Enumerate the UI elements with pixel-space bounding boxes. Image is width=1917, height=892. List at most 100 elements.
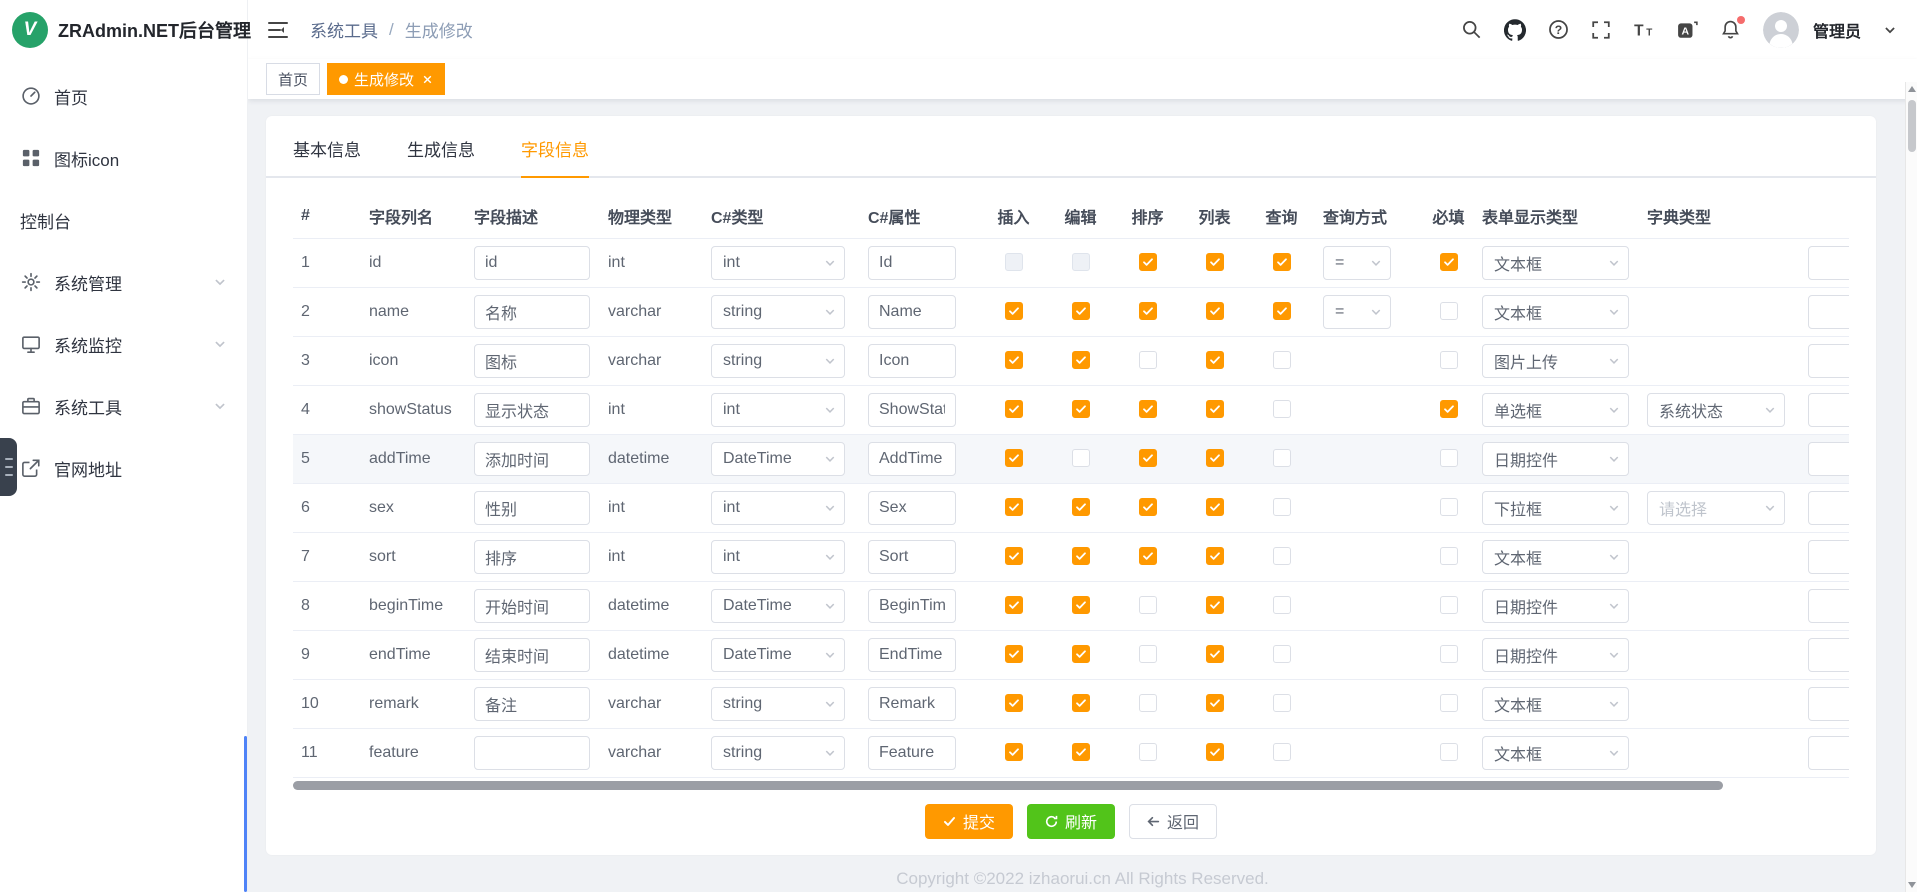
checkbox[interactable] — [1206, 547, 1224, 565]
fullscreen-icon[interactable] — [1591, 20, 1611, 40]
collapse-menu-icon[interactable] — [266, 18, 290, 42]
checkbox[interactable] — [1273, 596, 1291, 614]
checkbox[interactable] — [1206, 253, 1224, 271]
checkbox[interactable] — [1440, 351, 1458, 369]
description-input[interactable] — [474, 736, 590, 770]
display-type-select[interactable]: 图片上传 — [1482, 344, 1629, 378]
checkbox[interactable] — [1005, 596, 1023, 614]
extra-input[interactable] — [1808, 442, 1849, 476]
checkbox[interactable] — [1005, 400, 1023, 418]
cs-type-select[interactable]: int — [711, 491, 845, 525]
checkbox[interactable] — [1273, 302, 1291, 320]
checkbox[interactable] — [1206, 596, 1224, 614]
checkbox[interactable] — [1273, 645, 1291, 663]
tab-basic-info[interactable]: 基本信息 — [293, 136, 361, 176]
checkbox[interactable] — [1005, 253, 1023, 271]
cs-type-select[interactable]: string — [711, 295, 845, 329]
checkbox[interactable] — [1005, 743, 1023, 761]
checkbox[interactable] — [1139, 645, 1157, 663]
extra-input[interactable] — [1808, 540, 1849, 574]
dict-type-select[interactable]: 请选择 — [1647, 491, 1785, 525]
checkbox[interactable] — [1273, 400, 1291, 418]
checkbox[interactable] — [1072, 498, 1090, 516]
checkbox[interactable] — [1440, 596, 1458, 614]
checkbox[interactable] — [1440, 302, 1458, 320]
sidebar-item-home[interactable]: 首页 — [0, 65, 247, 127]
checkbox[interactable] — [1072, 596, 1090, 614]
checkbox[interactable] — [1072, 645, 1090, 663]
tag-active[interactable]: 生成修改 — [327, 63, 445, 95]
user-name[interactable]: 管理员 — [1813, 18, 1861, 42]
cs-property-input[interactable] — [868, 638, 956, 672]
cs-property-input[interactable] — [868, 442, 956, 476]
cs-type-select[interactable]: string — [711, 344, 845, 378]
checkbox[interactable] — [1206, 694, 1224, 712]
checkbox[interactable] — [1273, 547, 1291, 565]
scrollbar-thumb[interactable] — [1908, 100, 1916, 152]
checkbox[interactable] — [1072, 400, 1090, 418]
tag-home[interactable]: 首页 — [266, 63, 320, 95]
cs-property-input[interactable] — [868, 736, 956, 770]
font-size-icon[interactable]: TT — [1633, 20, 1655, 40]
checkbox[interactable] — [1005, 449, 1023, 467]
cs-type-select[interactable]: string — [711, 687, 845, 721]
display-type-select[interactable]: 文本框 — [1482, 295, 1629, 329]
scroll-up-icon[interactable] — [1906, 86, 1917, 92]
checkbox[interactable] — [1273, 351, 1291, 369]
cs-type-select[interactable]: string — [711, 736, 845, 770]
cs-property-input[interactable] — [868, 393, 956, 427]
sidebar-item-system-admin[interactable]: 系统管理 — [0, 251, 247, 313]
checkbox[interactable] — [1005, 694, 1023, 712]
description-input[interactable] — [474, 344, 590, 378]
extra-input[interactable] — [1808, 491, 1849, 525]
description-input[interactable] — [474, 246, 590, 280]
breadcrumb-item[interactable]: 系统工具 — [310, 17, 378, 42]
checkbox[interactable] — [1273, 694, 1291, 712]
tab-field-info[interactable]: 字段信息 — [521, 136, 589, 176]
sidebar-item-icons[interactable]: 图标icon — [0, 127, 247, 189]
extra-input[interactable] — [1808, 589, 1849, 623]
extra-input[interactable] — [1808, 246, 1849, 280]
scroll-down-icon[interactable] — [1906, 882, 1917, 888]
display-type-select[interactable]: 日期控件 — [1482, 589, 1629, 623]
checkbox[interactable] — [1440, 449, 1458, 467]
description-input[interactable] — [474, 589, 590, 623]
checkbox[interactable] — [1139, 547, 1157, 565]
cs-type-select[interactable]: int — [711, 540, 845, 574]
display-type-select[interactable]: 文本框 — [1482, 246, 1629, 280]
checkbox[interactable] — [1273, 743, 1291, 761]
checkbox[interactable] — [1440, 253, 1458, 271]
checkbox[interactable] — [1273, 498, 1291, 516]
checkbox[interactable] — [1139, 743, 1157, 761]
tab-generate-info[interactable]: 生成信息 — [407, 136, 475, 176]
checkbox[interactable] — [1072, 351, 1090, 369]
cs-type-select[interactable]: int — [711, 246, 845, 280]
checkbox[interactable] — [1206, 743, 1224, 761]
sidebar-item-system-tools[interactable]: 系统工具 — [0, 375, 247, 437]
sidebar-item-console[interactable]: 控制台 — [0, 189, 247, 251]
horizontal-scrollbar[interactable] — [293, 781, 1723, 790]
cs-property-input[interactable] — [868, 246, 956, 280]
checkbox[interactable] — [1206, 645, 1224, 663]
cs-property-input[interactable] — [868, 295, 956, 329]
description-input[interactable] — [474, 295, 590, 329]
display-type-select[interactable]: 单选框 — [1482, 393, 1629, 427]
checkbox[interactable] — [1072, 694, 1090, 712]
bell-icon[interactable] — [1720, 19, 1741, 40]
checkbox[interactable] — [1139, 400, 1157, 418]
checkbox[interactable] — [1072, 302, 1090, 320]
sidebar-item-system-monitor[interactable]: 系统监控 — [0, 313, 247, 375]
display-type-select[interactable]: 下拉框 — [1482, 491, 1629, 525]
logo[interactable]: V ZRAdmin.NET后台管理 — [0, 0, 247, 59]
display-type-select[interactable]: 日期控件 — [1482, 442, 1629, 476]
description-input[interactable] — [474, 638, 590, 672]
cs-property-input[interactable] — [868, 540, 956, 574]
checkbox[interactable] — [1206, 498, 1224, 516]
checkbox[interactable] — [1273, 253, 1291, 271]
description-input[interactable] — [474, 442, 590, 476]
refresh-button[interactable]: 刷新 — [1027, 804, 1115, 839]
checkbox[interactable] — [1005, 302, 1023, 320]
checkbox[interactable] — [1005, 498, 1023, 516]
checkbox[interactable] — [1206, 351, 1224, 369]
chevron-down-icon[interactable] — [1883, 23, 1897, 37]
